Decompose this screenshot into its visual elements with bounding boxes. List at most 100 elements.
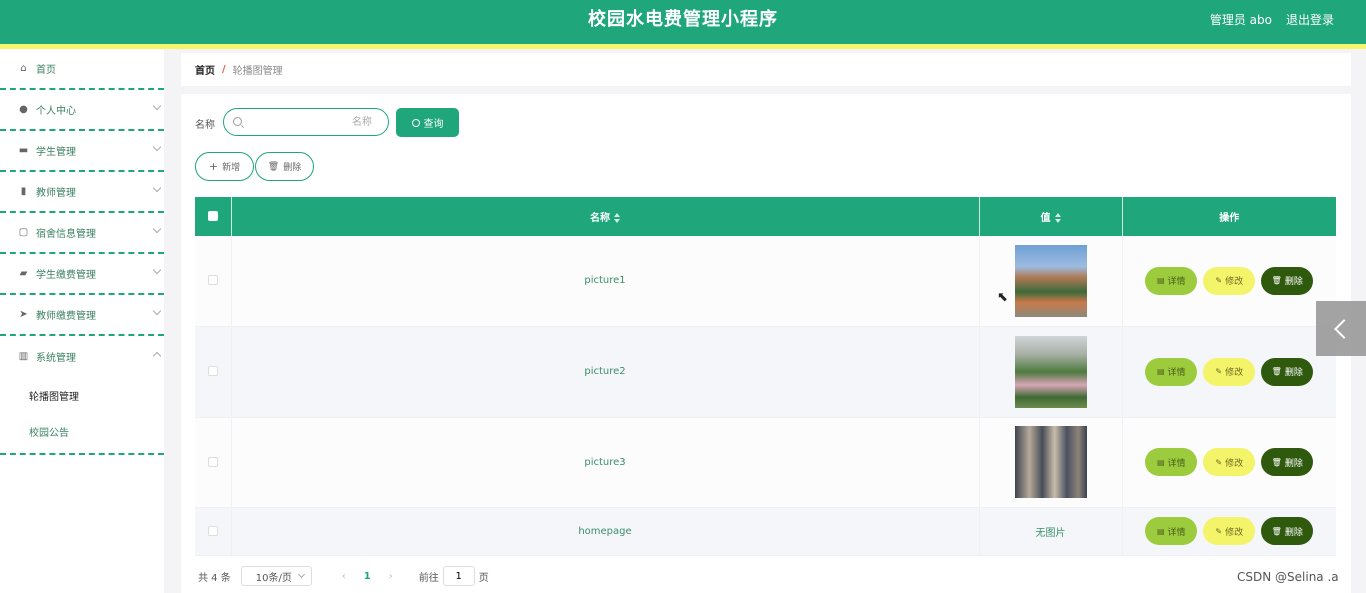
value-cell: [979, 236, 1123, 327]
delete-button[interactable]: 🗑 删除: [1261, 448, 1314, 476]
sidebar-item-label: 首页: [36, 65, 56, 76]
sidebar-item-home[interactable]: ⌂ 首页: [0, 49, 164, 90]
watermark: CSDN @Selina .a: [1237, 570, 1339, 584]
sort-icon[interactable]: [614, 213, 620, 223]
name-cell: picture1: [231, 236, 980, 327]
chat-icon: ▢: [18, 227, 29, 238]
row-select-cell: [195, 507, 232, 556]
system-submenu: 轮播图管理 校园公告: [0, 377, 164, 455]
page-size-select[interactable]: 10条/页: [240, 566, 312, 586]
ops-cell: ▤ 详情 ✎ 修改 🗑 删除: [1122, 507, 1336, 556]
value-cell: 无图片: [979, 507, 1123, 556]
column-header-value-label: 值: [1040, 213, 1051, 224]
column-header-name[interactable]: 名称: [231, 197, 980, 236]
detail-button-label: 详情: [1167, 277, 1186, 288]
breadcrumb-current: 轮播图管理: [232, 66, 283, 77]
sidebar-item-teachers[interactable]: ▮ 教师管理: [0, 172, 164, 213]
column-header-ops-label: 操作: [1219, 213, 1240, 224]
admin-username: 管理员 abo: [1209, 13, 1272, 27]
sidebar-subitem-carousel[interactable]: 轮播图管理: [0, 377, 164, 413]
goto-label: 前往: [418, 572, 439, 584]
pagination: 共 4 条 10条/页 ‹ 1 › 前往 页: [198, 566, 489, 586]
value-cell: [979, 417, 1123, 508]
value-cell: [979, 326, 1123, 418]
logout-link[interactable]: 退出登录: [1286, 0, 1334, 40]
edit-button-label: 修改: [1225, 368, 1244, 378]
table-row: picture1 ▤ 详情 ✎ 修改 🗑 删除: [195, 236, 1336, 327]
carousel-thumbnail[interactable]: [1014, 426, 1087, 498]
detail-button[interactable]: ▤ 详情: [1145, 517, 1198, 545]
prev-page-button[interactable]: ‹: [342, 571, 346, 582]
data-table: 名称 值 操作 picture1 ▤ 详情 ✎ 修改 🗑 删除 picture2…: [195, 197, 1336, 556]
trash-icon: 🗑: [1271, 367, 1282, 376]
edit-button-label: 修改: [1225, 527, 1244, 538]
user-icon: ●: [19, 104, 28, 115]
sidebar-item-label: 教师缴费管理: [36, 311, 96, 322]
sidebar-item-teacher-fees[interactable]: ➤ 教师缴费管理: [0, 295, 164, 336]
add-button[interactable]: + 新增: [195, 152, 254, 181]
carousel-thumbnail[interactable]: [1014, 244, 1087, 317]
select-all-checkbox[interactable]: [207, 211, 218, 221]
chevron-down-icon: [152, 101, 162, 111]
trash-icon: 🗑: [267, 161, 280, 172]
edit-button-label: 修改: [1225, 458, 1244, 469]
sidebar: ⌂ 首页 ● 个人中心 ▬ 学生管理 ▮ 教师管理 ▢ 宿舍信息管理 ▰ 学生缴…: [0, 49, 164, 593]
detail-button[interactable]: ▤ 详情: [1145, 448, 1198, 476]
sidebar-item-student-fees[interactable]: ▰ 学生缴费管理: [0, 254, 164, 295]
goto-page-input[interactable]: [442, 566, 475, 586]
delete-button-label: 删除: [1284, 527, 1303, 538]
column-header-name-label: 名称: [590, 213, 610, 224]
search-icon: [233, 117, 242, 126]
sidebar-item-students[interactable]: ▬ 学生管理: [0, 131, 164, 172]
delete-button-label: 删除: [1284, 277, 1303, 288]
column-header-value[interactable]: 值: [979, 197, 1123, 236]
document-icon: ▤: [1156, 457, 1165, 467]
sidebar-item-system[interactable]: ▥ 系统管理: [0, 336, 164, 377]
pencil-icon: ✎: [1215, 457, 1223, 467]
delete-button-label: 删除: [283, 163, 302, 173]
pencil-icon: ✎: [1215, 276, 1223, 286]
breadcrumb: 首页 / 轮播图管理: [181, 53, 1351, 86]
clipboard-icon: ▮: [20, 186, 27, 197]
search-input[interactable]: [248, 112, 372, 132]
next-page-button[interactable]: ›: [389, 571, 393, 582]
name-cell: picture2: [231, 326, 980, 418]
side-collapse-button[interactable]: [1316, 301, 1366, 356]
sidebar-item-label: 学生管理: [36, 147, 76, 158]
current-page-number[interactable]: 1: [364, 571, 371, 582]
chevron-down-icon: [297, 570, 305, 579]
document-icon: ▤: [1156, 526, 1165, 536]
sidebar-subitem-announcements[interactable]: 校园公告: [0, 413, 164, 449]
detail-button[interactable]: ▤ 详情: [1145, 266, 1198, 295]
trash-icon: 🗑: [1271, 276, 1282, 286]
delete-button[interactable]: 🗑 删除: [1261, 266, 1314, 295]
query-button[interactable]: 查询: [396, 108, 459, 137]
carousel-thumbnail[interactable]: [1014, 335, 1087, 408]
sidebar-item-profile[interactable]: ● 个人中心: [0, 90, 164, 131]
detail-button[interactable]: ▤ 详情: [1145, 357, 1198, 386]
detail-button-label: 详情: [1167, 458, 1186, 469]
breadcrumb-home[interactable]: 首页: [195, 62, 215, 77]
row-select-cell: [195, 326, 232, 418]
delete-button[interactable]: 🗑 删除: [1261, 517, 1314, 545]
edit-button[interactable]: ✎ 修改: [1203, 517, 1256, 545]
row-checkbox[interactable]: [207, 525, 218, 536]
query-button-label: 查询: [423, 119, 444, 130]
sort-icon[interactable]: [1054, 213, 1061, 223]
main-panel: 名称 查询 + 新增 🗑 删除 名称 值 操作: [181, 94, 1351, 593]
edit-button-label: 修改: [1225, 277, 1244, 288]
edit-button[interactable]: ✎ 修改: [1203, 266, 1256, 295]
edit-button[interactable]: ✎ 修改: [1203, 448, 1256, 476]
row-checkbox[interactable]: [207, 275, 218, 286]
edit-button[interactable]: ✎ 修改: [1203, 357, 1256, 386]
chevron-down-icon: [152, 142, 162, 152]
table-row: picture2 ▤ 详情 ✎ 修改 🗑 删除: [195, 326, 1336, 418]
sidebar-item-label: 宿舍信息管理: [36, 229, 96, 240]
row-checkbox[interactable]: [207, 366, 218, 376]
sidebar-item-dorm[interactable]: ▢ 宿舍信息管理: [0, 213, 164, 254]
delete-button[interactable]: 🗑 删除: [1261, 357, 1314, 386]
chevron-down-icon: [152, 265, 162, 275]
detail-button-label: 详情: [1167, 527, 1186, 538]
row-checkbox[interactable]: [207, 456, 218, 467]
batch-delete-button[interactable]: 🗑 删除: [255, 152, 314, 181]
